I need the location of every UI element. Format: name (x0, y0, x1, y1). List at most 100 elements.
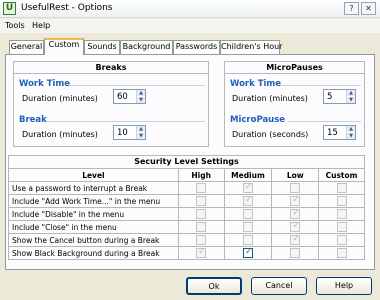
checkbox-medium[interactable] (242, 247, 253, 258)
spin-buttons: ▲ ▼ (346, 126, 355, 139)
checkbox-custom[interactable] (336, 183, 347, 193)
row-label: Show the Cancel button during a Break (8, 233, 179, 247)
micropauses-group: MicroPauses Work Time Duration (minutes)… (224, 61, 365, 147)
security-table: Level High Medium Low Custom Use a passw… (8, 168, 365, 260)
micropause-duration-label: Duration (seconds) (232, 130, 309, 139)
cell-high (177, 246, 225, 260)
cell-low (271, 181, 320, 195)
work-time-duration-value: 60 (117, 92, 128, 102)
cell-medium (223, 194, 273, 208)
divider (288, 121, 361, 122)
checkbox-custom[interactable] (336, 222, 347, 232)
spin-up-icon[interactable]: ▲ (137, 90, 145, 96)
window-title: UsefulRest - Options (21, 3, 113, 13)
options-window: U UsefulRest - Options ? ✕ Tools Help Ge… (0, 0, 380, 300)
help-title-button[interactable]: ? (344, 2, 359, 15)
row-label: Show Black Background during a Break (8, 246, 179, 260)
micropause-title: MicroPause (230, 115, 286, 125)
cell-custom (318, 233, 365, 247)
security-table-title: Security Level Settings (8, 155, 365, 168)
cell-low (271, 194, 320, 208)
cell-custom (318, 194, 365, 208)
checkbox-low[interactable] (290, 208, 301, 219)
cell-custom (318, 181, 365, 195)
checkbox-low[interactable] (290, 221, 301, 232)
checkbox-medium[interactable] (242, 182, 253, 193)
row-label: Use a password to interrupt a Break (8, 181, 179, 195)
work-time-duration-stepper[interactable]: 60 ▲ ▼ (113, 89, 146, 104)
checkbox-medium[interactable] (242, 195, 253, 206)
spin-up-icon[interactable]: ▲ (347, 126, 355, 132)
checkbox-high[interactable] (196, 183, 207, 193)
column-header-custom: Custom (318, 168, 365, 182)
column-header-high: High (177, 168, 225, 182)
checkbox-custom[interactable] (336, 196, 347, 206)
break-duration-label: Duration (minutes) (22, 130, 98, 139)
ok-button[interactable]: Ok (186, 277, 242, 295)
breaks-group-title: Breaks (14, 62, 208, 74)
tab-childrens-hour[interactable]: Children's Hour (220, 40, 282, 54)
micropause-work-duration-value: 5 (327, 92, 333, 102)
checkbox-high[interactable] (196, 235, 207, 245)
checkbox-medium[interactable] (242, 222, 253, 232)
spin-down-icon[interactable]: ▼ (137, 97, 145, 103)
cell-high (177, 207, 225, 221)
micropause-work-duration-label: Duration (minutes) (232, 94, 308, 103)
tab-custom[interactable]: Custom (44, 38, 84, 55)
cell-low (271, 233, 320, 247)
cancel-button[interactable]: Cancel (251, 277, 307, 295)
row-label: Include "Add Work Time..." in the menu (8, 194, 179, 208)
work-time-duration-label: Duration (minutes) (22, 94, 98, 103)
breaks-group: Breaks Work Time Duration (minutes) 60 ▲… (13, 61, 209, 147)
help-button[interactable]: Help (316, 277, 372, 295)
cell-medium (223, 181, 273, 195)
title-bar[interactable]: U UsefulRest - Options ? ✕ (0, 0, 380, 18)
micropause-duration-value: 15 (327, 128, 338, 138)
checkbox-low[interactable] (290, 248, 301, 258)
menu-tools[interactable]: Tools (5, 21, 25, 30)
cell-medium (223, 207, 273, 221)
table-row: Include "Disable" in the menu (8, 207, 365, 221)
checkbox-low[interactable] (290, 183, 301, 193)
checkbox-medium[interactable] (242, 209, 253, 219)
micropause-duration-stepper[interactable]: 15 ▲ ▼ (323, 125, 356, 140)
cell-medium (223, 246, 273, 260)
spin-up-icon[interactable]: ▲ (137, 126, 145, 132)
spin-down-icon[interactable]: ▼ (347, 97, 355, 103)
tab-passwords[interactable]: Passwords (173, 40, 220, 54)
cell-custom (318, 220, 365, 234)
checkbox-medium[interactable] (242, 235, 253, 245)
close-icon[interactable]: ✕ (361, 2, 376, 15)
micropause-work-duration-stepper[interactable]: 5 ▲ ▼ (323, 89, 356, 104)
row-label: Include "Close" in the menu (8, 220, 179, 234)
spin-up-icon[interactable]: ▲ (347, 90, 355, 96)
tab-sounds[interactable]: Sounds (84, 40, 120, 54)
cell-high (177, 181, 225, 195)
checkbox-low[interactable] (290, 195, 301, 206)
spin-down-icon[interactable]: ▼ (137, 133, 145, 139)
cell-low (271, 220, 320, 234)
divider (69, 85, 205, 86)
row-label: Include "Disable" in the menu (8, 207, 179, 221)
checkbox-custom[interactable] (336, 209, 347, 219)
tab-general[interactable]: General (9, 40, 44, 54)
checkbox-low[interactable] (290, 234, 301, 245)
checkbox-high[interactable] (196, 209, 207, 219)
checkbox-high[interactable] (196, 222, 207, 232)
spin-down-icon[interactable]: ▼ (347, 133, 355, 139)
menu-help[interactable]: Help (32, 21, 50, 30)
tab-background[interactable]: Background (120, 40, 173, 54)
app-icon: U (3, 2, 16, 15)
break-duration-stepper[interactable]: 10 ▲ ▼ (113, 125, 146, 140)
cell-high (177, 194, 225, 208)
menu-bar: Tools Help (0, 19, 380, 33)
checkbox-custom[interactable] (336, 235, 347, 245)
table-row: Show Black Background during a Break (8, 246, 365, 260)
checkbox-high[interactable] (196, 196, 207, 206)
cell-custom (318, 246, 365, 260)
cell-low (271, 246, 320, 260)
column-header-medium: Medium (223, 168, 273, 182)
breaks-work-time-title: Work Time (19, 79, 71, 89)
checkbox-high[interactable] (196, 247, 207, 258)
checkbox-custom[interactable] (336, 248, 347, 258)
